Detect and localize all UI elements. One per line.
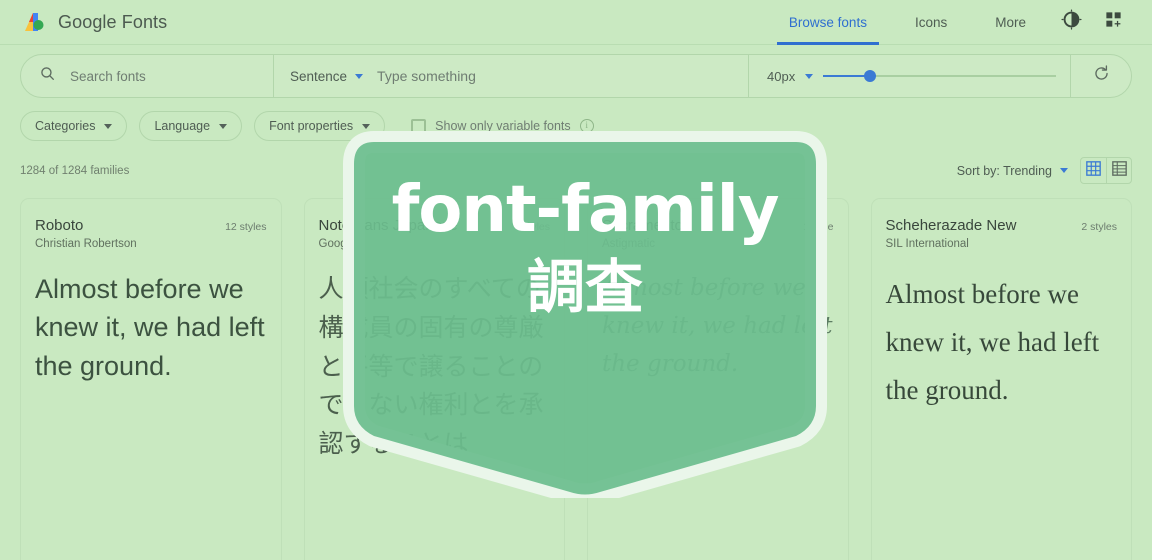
font-grid: Roboto 12 styles Christian Robertson Alm… (20, 198, 1132, 560)
font-size-group: 40px (749, 55, 1071, 97)
list-view-button[interactable] (1106, 158, 1131, 183)
google-fonts-logo-icon (22, 10, 46, 34)
grid-view-icon (1086, 160, 1101, 181)
chip-language-label: Language (154, 119, 211, 133)
card-header: Roboto 12 styles (35, 217, 267, 234)
font-styles-count: 1 style (803, 221, 834, 233)
search-field-group[interactable]: Search fonts (21, 55, 274, 97)
slider-thumb[interactable] (863, 70, 876, 82)
chip-categories[interactable]: Categories (20, 111, 128, 141)
font-size-value[interactable]: 40px (767, 69, 795, 84)
chip-categories-chevron-down-icon (104, 123, 113, 129)
nav-browse-fonts[interactable]: Browse fonts (765, 0, 891, 45)
chip-font-properties[interactable]: Font properties (254, 111, 386, 141)
font-card-scheherazade-new[interactable]: Scheherazade New 2 styles SIL Internatio… (870, 198, 1132, 560)
add-to-collection-icon (1104, 10, 1123, 34)
font-sample-text: Almost before we knew it, we had left th… (602, 275, 833, 377)
sort-by-label: Sort by: Trending (956, 163, 1052, 178)
font-card-roboto[interactable]: Roboto 12 styles Christian Robertson Alm… (20, 198, 282, 560)
list-view-icon (1111, 160, 1127, 181)
results-controls: Sort by: Trending (957, 157, 1132, 184)
reset-icon (1092, 64, 1111, 88)
dark-mode-icon (1060, 9, 1082, 35)
filter-chips-row: Categories Language Font properties Show… (0, 98, 1152, 141)
view-toggle (1080, 157, 1132, 184)
font-styles-count: 2 styles (1081, 221, 1117, 233)
font-designer: SIL International (885, 238, 969, 250)
results-count: 1284 of 1284 families (20, 164, 130, 177)
font-sample-text: 人類社会のすべての構成員の固有の尊厳と平等で譲ることのできない権利とを承認するこ… (318, 274, 544, 458)
main-navigation: Browse fonts Icons More (765, 0, 1134, 45)
add-to-collection-button[interactable] (1092, 1, 1134, 43)
google-fonts-page: Google Fonts Browse fonts Icons More Sea… (0, 0, 1152, 560)
brand[interactable]: Google Fonts (22, 10, 167, 34)
font-size-slider[interactable] (823, 68, 1056, 84)
variable-fonts-checkbox[interactable] (411, 118, 427, 134)
font-designer: Christian Robertson (35, 238, 137, 250)
slider-fill (823, 75, 870, 77)
brand-title: Google Fonts (58, 11, 168, 32)
chip-font-properties-chevron-down-icon (362, 123, 371, 129)
size-chevron-down-icon[interactable] (805, 73, 814, 79)
search-toolbar: Search fonts Sentence Type something 40p… (0, 45, 1152, 98)
font-card-sacramento[interactable]: Sacramento 1 style Astigmatic Almost bef… (587, 198, 849, 560)
sort-by-select[interactable]: Sort by: Trending (957, 164, 1068, 178)
nav-icons[interactable]: Icons (891, 0, 971, 45)
chip-categories-label: Categories (35, 119, 96, 133)
font-card-noto-sans-japanese[interactable]: Noto Sans Japanese 7 styles Google 人類社会の… (303, 198, 565, 560)
card-header: Sacramento 1 style (602, 217, 834, 234)
font-name: Sacramento (602, 217, 683, 234)
chip-language[interactable]: Language (139, 111, 243, 141)
chevron-down-icon[interactable] (355, 73, 364, 79)
variable-fonts-filter[interactable]: Show only variable fonts i (411, 118, 594, 134)
sort-chevron-down-icon (1060, 168, 1068, 173)
preview-text-group: Sentence Type something (274, 55, 749, 97)
dark-mode-toggle-button[interactable] (1050, 1, 1092, 43)
font-styles-count: 7 styles (514, 221, 550, 233)
card-header: Noto Sans Japanese 7 styles (319, 217, 551, 234)
info-icon[interactable]: i (579, 119, 594, 133)
search-input[interactable]: Search fonts (70, 69, 146, 84)
grid-view-button[interactable] (1081, 158, 1106, 183)
font-name: Noto Sans Japanese (318, 217, 458, 234)
preview-mode-select[interactable]: Sentence (290, 69, 347, 84)
font-designer: Google (318, 238, 356, 250)
search-icon (39, 65, 56, 87)
font-name: Roboto (35, 217, 84, 234)
font-sample-text: Almost before we knew it, we had left th… (885, 279, 1100, 406)
font-designer: Astigmatic (602, 238, 656, 250)
app-header: Google Fonts Browse fonts Icons More (0, 0, 1152, 45)
chip-language-chevron-down-icon (219, 123, 228, 129)
card-header: Scheherazade New 2 styles (886, 217, 1118, 234)
preview-text-input[interactable]: Type something (377, 68, 476, 84)
results-toolbar: 1284 of 1284 families Sort by: Trending (0, 141, 1152, 184)
nav-more[interactable]: More (971, 0, 1050, 45)
font-sample-text: Almost before we knew it, we had left th… (35, 274, 265, 381)
chip-font-properties-label: Font properties (269, 119, 354, 133)
reset-button[interactable] (1071, 55, 1131, 97)
font-name: Scheherazade New (885, 217, 1017, 234)
font-styles-count: 12 styles (225, 221, 267, 233)
variable-fonts-label: Show only variable fonts (435, 119, 571, 133)
